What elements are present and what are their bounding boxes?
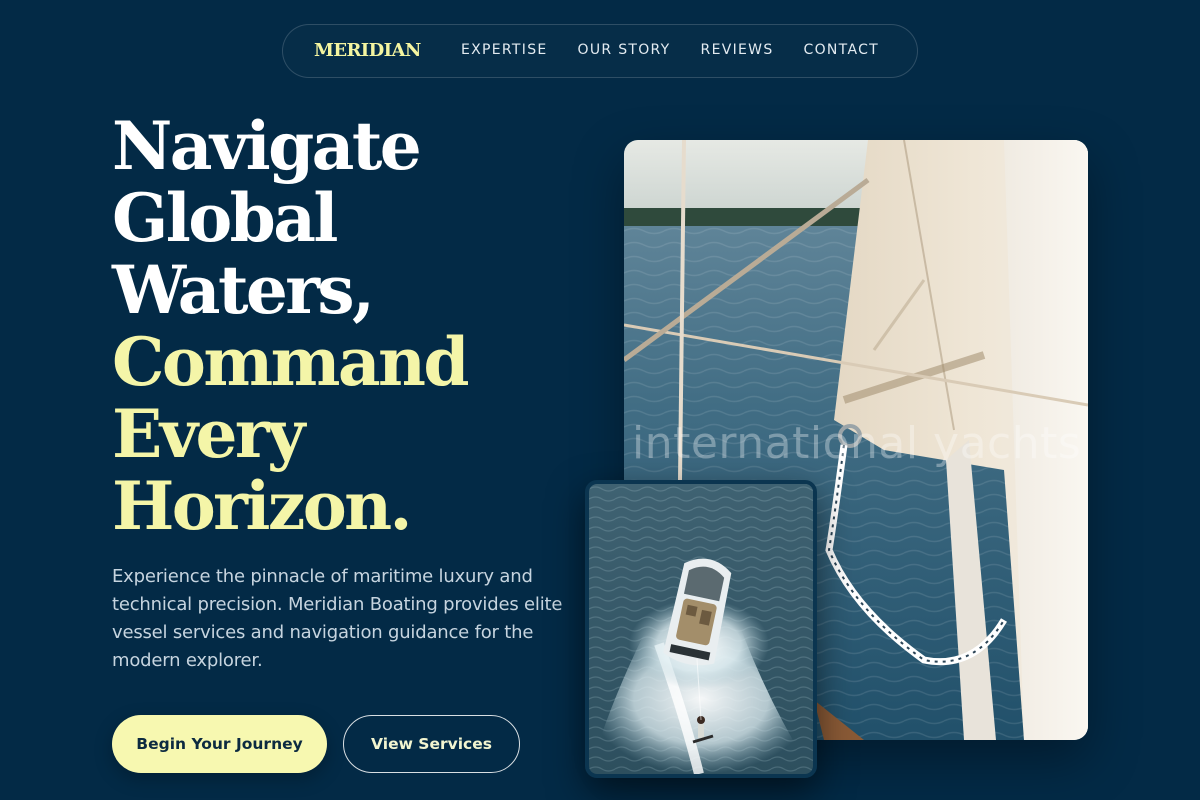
hero-headline: Navigate Global Waters, Command Every Ho… (112, 110, 582, 542)
top-navigation: MERIDIAN EXPERTISE OUR STORY REVIEWS CON… (282, 24, 918, 78)
nav-link-reviews[interactable]: REVIEWS (701, 42, 774, 58)
brand-logo[interactable]: MERIDIAN (314, 40, 421, 61)
speedboat-wakeboarder-photo-icon (589, 484, 813, 774)
nav-link-expertise[interactable]: EXPERTISE (461, 42, 548, 58)
nav-link-contact[interactable]: CONTACT (804, 42, 880, 58)
headline-line-2: Global (112, 179, 338, 257)
speedboat-inset-image (585, 480, 817, 778)
nav-links: EXPERTISE OUR STORY REVIEWS CONTACT (461, 42, 909, 58)
begin-journey-button[interactable]: Begin Your Journey (112, 715, 327, 773)
headline-line-3: Waters, (112, 251, 375, 329)
view-services-button[interactable]: View Services (343, 715, 520, 773)
headline-accent-line-3: Horizon. (112, 467, 412, 545)
headline-line-1: Navigate (112, 107, 422, 185)
headline-accent-line-1: Command (112, 323, 470, 401)
nav-link-our-story[interactable]: OUR STORY (578, 42, 671, 58)
headline-accent-line-2: Every (112, 395, 305, 473)
hero-description: Experience the pinnacle of maritime luxu… (112, 566, 563, 671)
